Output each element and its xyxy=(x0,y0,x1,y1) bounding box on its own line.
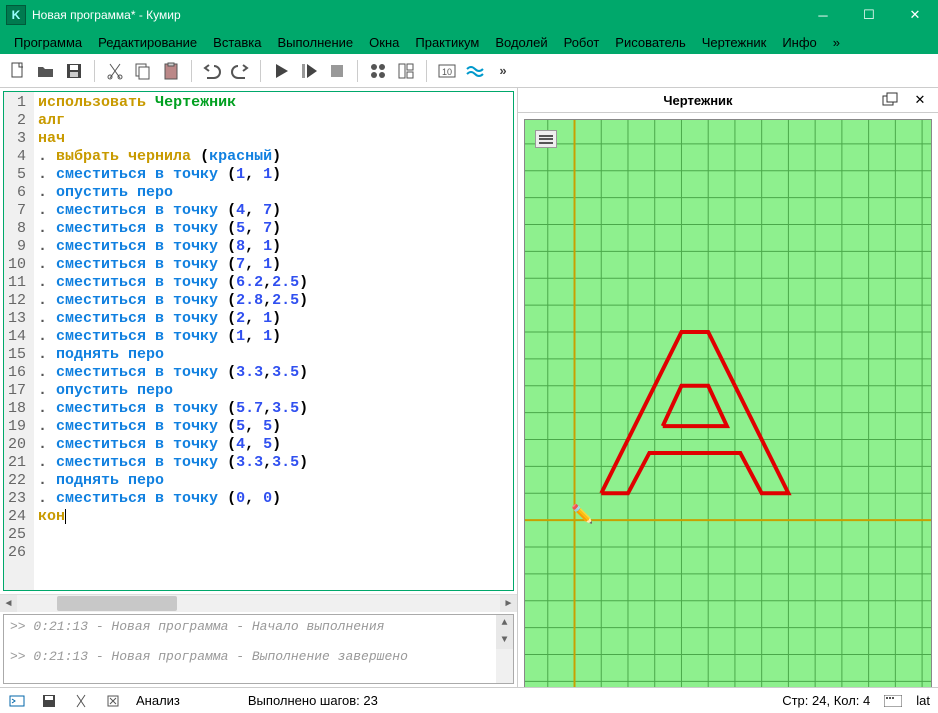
toolbar-separator xyxy=(357,60,358,82)
menubar: ПрограммаРедактированиеВставкаВыполнение… xyxy=(0,30,938,54)
menu-»[interactable]: » xyxy=(825,33,848,52)
menu-Рисователь[interactable]: Рисователь xyxy=(607,33,693,52)
editor-hscroll[interactable]: ◄ ► xyxy=(0,594,517,611)
status-analysis: Анализ xyxy=(136,693,180,708)
toolbar-row: 10 » xyxy=(0,54,938,88)
copy-button[interactable] xyxy=(131,59,155,83)
status-lang[interactable]: lat xyxy=(916,693,930,708)
run-button[interactable] xyxy=(269,59,293,83)
open-file-button[interactable] xyxy=(34,59,58,83)
canvas-wrap: ✏️ xyxy=(518,113,938,687)
status-steps: Выполнено шагов: 23 xyxy=(248,693,378,708)
detach-button[interactable] xyxy=(878,88,902,112)
status-save-icon[interactable] xyxy=(40,692,58,710)
save-button[interactable] xyxy=(62,59,86,83)
window-title: Новая программа* - Кумир xyxy=(32,8,800,22)
right-pane: Чертежник ✕ ✏️ xyxy=(518,88,938,687)
scroll-track[interactable] xyxy=(17,595,500,612)
right-header: Чертежник ✕ xyxy=(518,88,938,113)
menu-Редактирование[interactable]: Редактирование xyxy=(90,33,205,52)
scroll-down-icon[interactable]: ▼ xyxy=(496,632,513,649)
main-area: 1234567891011121314151617181920212223242… xyxy=(0,88,938,687)
toolbar-separator xyxy=(426,60,427,82)
toolbar-left: 10 » xyxy=(0,59,521,83)
toolbar-separator xyxy=(94,60,95,82)
canvas-menu-button[interactable] xyxy=(535,130,557,148)
menu-Робот[interactable]: Робот xyxy=(556,33,608,52)
canvas-border: ✏️ xyxy=(524,119,932,687)
menu-Инфо[interactable]: Инфо xyxy=(774,33,824,52)
drawing-canvas[interactable]: ✏️ xyxy=(525,120,931,687)
svg-text:10: 10 xyxy=(442,67,452,77)
statusbar: Анализ Выполнено шагов: 23 Стр: 24, Кол:… xyxy=(0,687,938,713)
toolbar-separator xyxy=(191,60,192,82)
toolbar-separator xyxy=(260,60,261,82)
toolbar-expand-button[interactable]: » xyxy=(491,63,515,78)
scroll-left-icon[interactable]: ◄ xyxy=(0,595,17,612)
menu-Выполнение[interactable]: Выполнение xyxy=(269,33,361,52)
vodoley-button[interactable] xyxy=(463,59,487,83)
layout-button[interactable] xyxy=(394,59,418,83)
status-cursor: Стр: 24, Кол: 4 xyxy=(782,693,870,708)
counter-button[interactable]: 10 xyxy=(435,59,459,83)
menu-Вставка[interactable]: Вставка xyxy=(205,33,269,52)
undo-button[interactable] xyxy=(200,59,224,83)
scroll-up-icon[interactable]: ▲ xyxy=(496,615,513,632)
code-editor[interactable]: 1234567891011121314151617181920212223242… xyxy=(4,92,513,590)
close-button[interactable]: ✕ xyxy=(892,0,938,30)
minimize-button[interactable]: ─ xyxy=(800,0,846,30)
keyboard-icon[interactable] xyxy=(884,692,902,710)
new-file-button[interactable] xyxy=(6,59,30,83)
console-vscroll[interactable]: ▲ ▼ xyxy=(496,615,513,683)
right-panel-title: Чертежник xyxy=(518,93,878,108)
cut-button[interactable] xyxy=(103,59,127,83)
stop-button[interactable] xyxy=(325,59,349,83)
titlebar: K Новая программа* - Кумир ─ ☐ ✕ xyxy=(0,0,938,30)
editor-frame: 1234567891011121314151617181920212223242… xyxy=(3,91,514,591)
close-panel-button[interactable]: ✕ xyxy=(908,88,932,112)
scroll-thumb[interactable] xyxy=(57,596,177,611)
pen-icon: ✏️ xyxy=(571,504,593,525)
line-gutter: 1234567891011121314151617181920212223242… xyxy=(4,92,34,590)
status-clear-icon[interactable] xyxy=(104,692,122,710)
code-area[interactable]: использовать Чертежникалгнач. выбрать че… xyxy=(34,92,513,590)
menu-Водолей[interactable]: Водолей xyxy=(487,33,555,52)
redo-button[interactable] xyxy=(228,59,252,83)
step-button[interactable] xyxy=(297,59,321,83)
actors-button[interactable] xyxy=(366,59,390,83)
scroll-right-icon[interactable]: ► xyxy=(500,595,517,612)
console-output[interactable]: >> 0:21:13 - Новая программа - Начало вы… xyxy=(3,614,514,684)
menu-Чертежник[interactable]: Чертежник xyxy=(694,33,775,52)
maximize-button[interactable]: ☐ xyxy=(846,0,892,30)
app-icon: K xyxy=(6,5,26,25)
left-pane: 1234567891011121314151617181920212223242… xyxy=(0,88,518,687)
paste-button[interactable] xyxy=(159,59,183,83)
menu-Практикум[interactable]: Практикум xyxy=(407,33,487,52)
menu-Программа[interactable]: Программа xyxy=(6,33,90,52)
menu-Окна[interactable]: Окна xyxy=(361,33,407,52)
status-cut-icon[interactable] xyxy=(72,692,90,710)
status-console-icon[interactable] xyxy=(8,692,26,710)
